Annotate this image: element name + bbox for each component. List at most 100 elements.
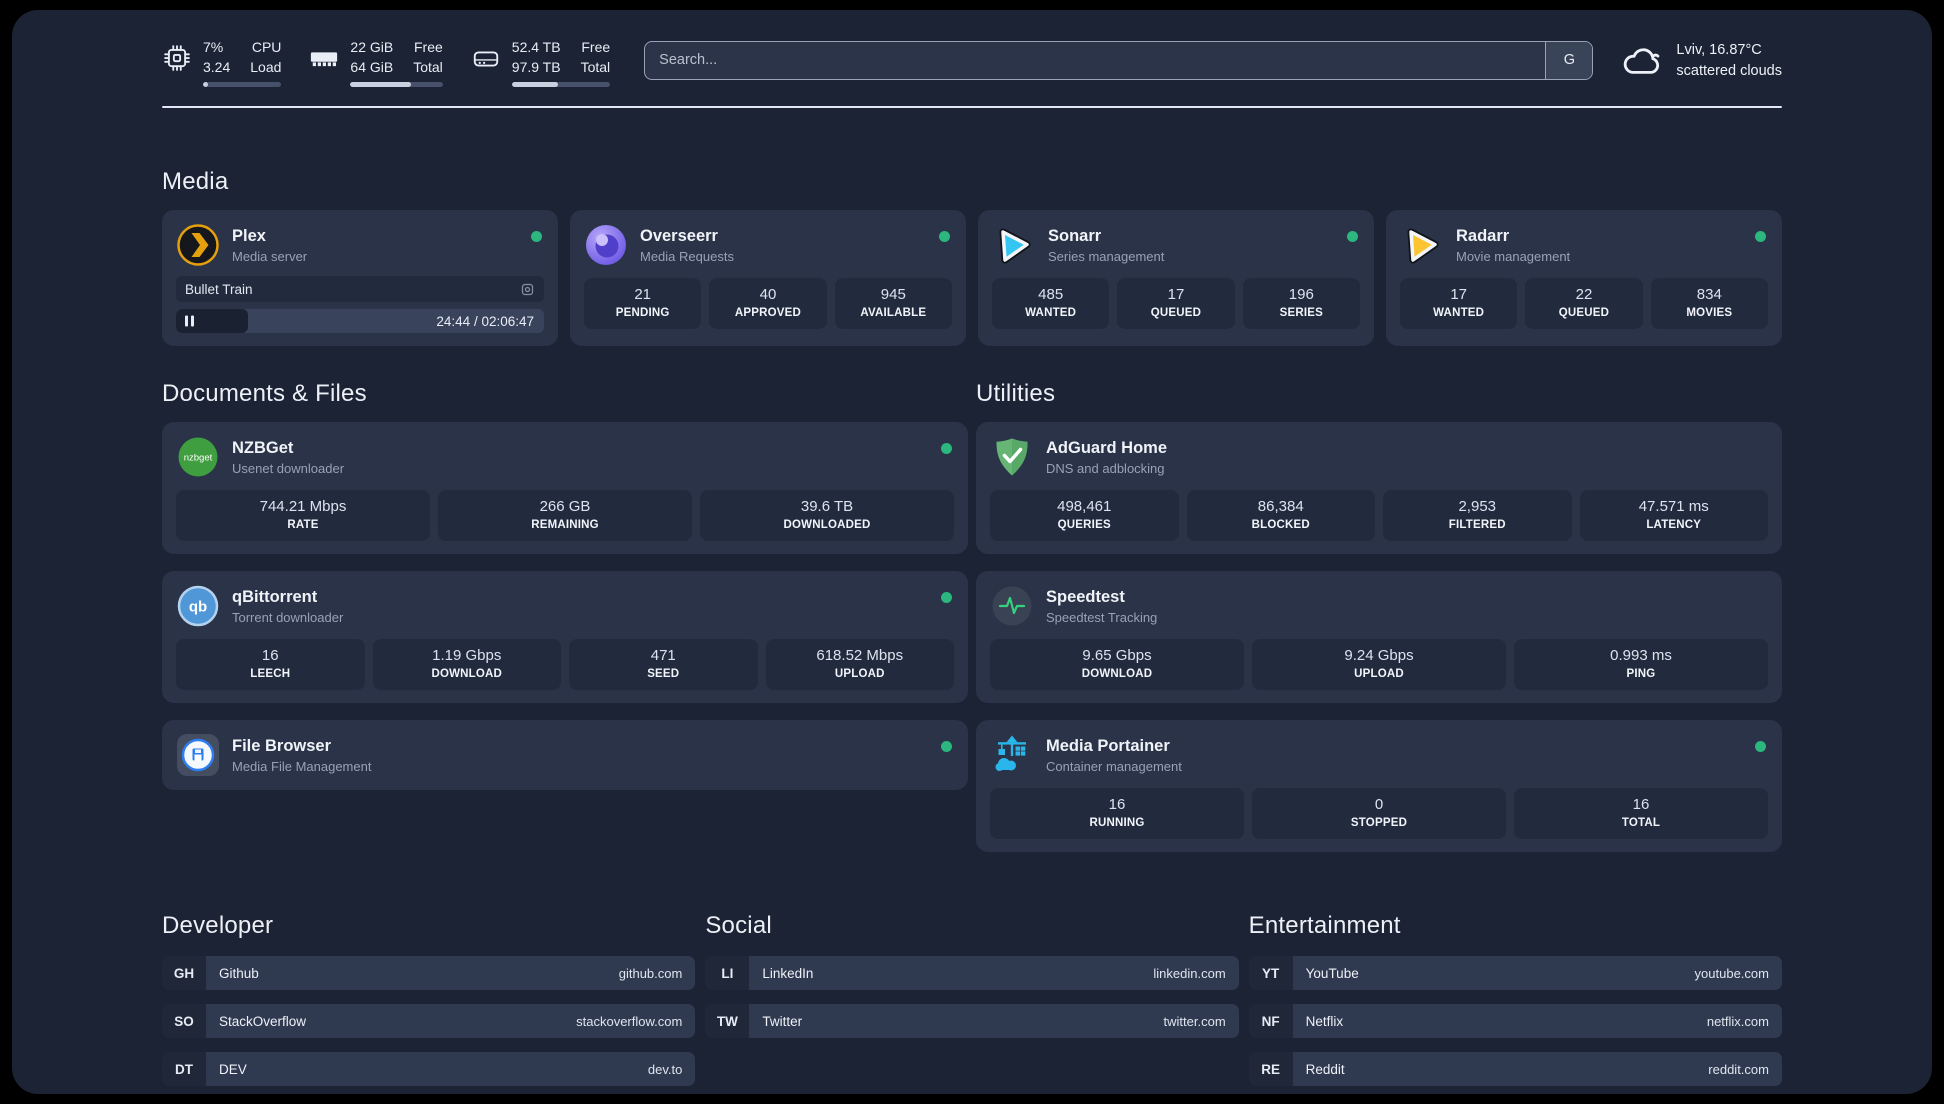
app-subtitle: Media File Management [232,758,372,774]
disk-progress-bar [511,82,611,87]
sonarr-icon [992,223,1036,267]
status-dot-online [941,443,952,454]
weather-condition: scattered clouds [1676,63,1782,79]
app-name: File Browser [232,736,332,755]
filebrowser-icon [176,733,220,777]
stat-downloaded: 39.6 TB DOWNLOADED [700,490,954,541]
bookmark-linkedin[interactable]: LI LinkedIn linkedin.com [705,956,1239,990]
app-subtitle: Usenet downloader [232,460,345,476]
ram-icon [309,43,339,73]
qbittorrent-icon: qb [176,584,220,628]
app-subtitle: Torrent downloader [232,609,344,625]
cpu-stat-widget: 7% 3.24 CPU Load [162,39,282,87]
bookmark-netflix[interactable]: NF Netflix netflix.com [1248,1004,1782,1038]
app-card-plex[interactable]: Plex Media server Bullet Train 24:44 / 0… [162,210,558,346]
app-subtitle: Container management [1046,758,1182,774]
app-name: Overseerr [640,226,718,245]
developer-column: Developer GH Github github.com SO StackO… [162,852,696,1094]
bookmark-url: github.com [618,965,683,981]
stat-approved: 40 APPROVED [709,278,827,329]
bookmark-name: Netflix [1305,1013,1344,1029]
app-card-qbittorrent[interactable]: qb qBittorrent Torrent downloader 16 LEE… [162,571,968,703]
pause-button[interactable] [185,315,194,327]
now-playing-bar: Bullet Train [176,276,544,302]
app-card-overseerr[interactable]: Overseerr Media Requests 21 PENDING 40 A… [570,210,966,346]
app-card-portainer[interactable]: Media Portainer Container management 16 … [976,720,1782,852]
cloud-icon [1621,40,1663,82]
entertainment-column: Entertainment YT YouTube youtube.com NF … [1248,852,1782,1094]
disk-stat-widget: 52.4 TB 97.9 TB Free Total [471,39,611,87]
overseerr-icon [584,223,628,267]
adguard-icon [990,435,1034,479]
status-dot-online [1755,231,1766,242]
disk-free-label: Free [581,39,611,55]
bookmark-abbr: DT [162,1052,206,1086]
bookmark-dev[interactable]: DT DEV dev.to [162,1052,696,1086]
app-name: Radarr [1456,226,1510,245]
stat-latency: 47.571 ms LATENCY [1579,490,1768,541]
status-dot-online [941,592,952,603]
search-bar[interactable]: G [644,40,1594,80]
app-card-radarr[interactable]: Radarr Movie management 17 WANTED 22 QUE… [1386,210,1782,346]
nzbget-icon: nzbget [176,435,220,479]
app-name: NZBGet [232,438,294,457]
top-bar: 7% 3.24 CPU Load 22 GiB 64 GiB Free Tota… [162,36,1782,90]
bookmark-url: stackoverflow.com [576,1013,683,1029]
app-subtitle: DNS and adblocking [1046,460,1165,476]
bookmark-stackoverflow[interactable]: SO StackOverflow stackoverflow.com [162,1004,696,1038]
app-name: Media Portainer [1046,736,1170,755]
app-name: Plex [232,226,266,245]
radarr-icon [1400,223,1444,267]
stat-running: 16 RUNNING [990,788,1244,839]
status-dot-online [1755,741,1766,752]
section-title-entertainment: Entertainment [1248,912,1401,939]
bookmark-url: youtube.com [1694,965,1769,981]
search-input[interactable] [645,41,1546,79]
search-engine-button[interactable]: G [1545,41,1593,79]
stat-remaining: 266 GB REMAINING [438,490,692,541]
bookmark-name: LinkedIn [762,965,814,981]
ram-stat-widget: 22 GiB 64 GiB Free Total [309,39,443,87]
documents-column: Documents & Files nzbget NZBGet Usenet d… [162,346,968,790]
now-playing-title: Bullet Train [185,281,253,297]
stat-filtered: 2,953 FILTERED [1383,490,1572,541]
bookmark-url: dev.to [647,1061,683,1077]
bookmark-reddit[interactable]: RE Reddit reddit.com [1248,1052,1782,1086]
app-name: Sonarr [1048,226,1102,245]
disk-free-value: 52.4 TB [511,39,561,55]
stat-queued: 22 QUEUED [1525,278,1643,329]
app-subtitle: Series management [1048,248,1165,264]
section-title-developer: Developer [162,912,274,939]
ram-total-value: 64 GiB [350,58,394,75]
app-subtitle: Speedtest Tracking [1046,609,1158,625]
bookmark-url: linkedin.com [1153,965,1226,981]
app-card-filebrowser[interactable]: File Browser Media File Management [162,720,968,790]
cpu-usage-value: 7% [203,39,224,55]
stat-upload: 9.24 Gbps UPLOAD [1252,639,1506,690]
bookmark-name: Twitter [762,1013,803,1029]
hdd-icon [471,43,501,73]
playback-time: 24:44 / 02:06:47 [436,313,534,329]
stat-available: 945 AVAILABLE [834,278,952,329]
stat-pending: 21 PENDING [584,278,702,329]
stat-rate: 744.21 Mbps RATE [176,490,430,541]
stat-leech: 16 LEECH [176,639,365,690]
app-card-nzbget[interactable]: nzbget NZBGet Usenet downloader 744.21 M… [162,422,968,554]
bookmark-github[interactable]: GH Github github.com [162,956,696,990]
ram-total-label: Total [413,58,443,75]
section-title-utilities: Utilities [976,380,1056,407]
bookmark-youtube[interactable]: YT YouTube youtube.com [1248,956,1782,990]
status-dot-online [1347,231,1358,242]
stat-download: 9.65 Gbps DOWNLOAD [990,639,1244,690]
disk-total-label: Total [580,58,611,75]
weather-widget: Lviv, 16.87°C scattered clouds [1621,40,1782,82]
app-card-adguard[interactable]: AdGuard Home DNS and adblocking 498,461 … [976,422,1782,554]
app-card-speedtest[interactable]: Speedtest Speedtest Tracking 9.65 Gbps D… [976,571,1782,703]
stat-queued: 17 QUEUED [1117,278,1235,329]
app-name: qBittorrent [232,587,318,606]
stat-movies: 834 MOVIES [1650,278,1768,329]
bookmark-twitter[interactable]: TW Twitter twitter.com [705,1004,1239,1038]
status-dot-online [941,741,952,752]
app-card-sonarr[interactable]: Sonarr Series management 485 WANTED 17 Q… [978,210,1374,346]
disk-total-value: 97.9 TB [511,58,561,75]
